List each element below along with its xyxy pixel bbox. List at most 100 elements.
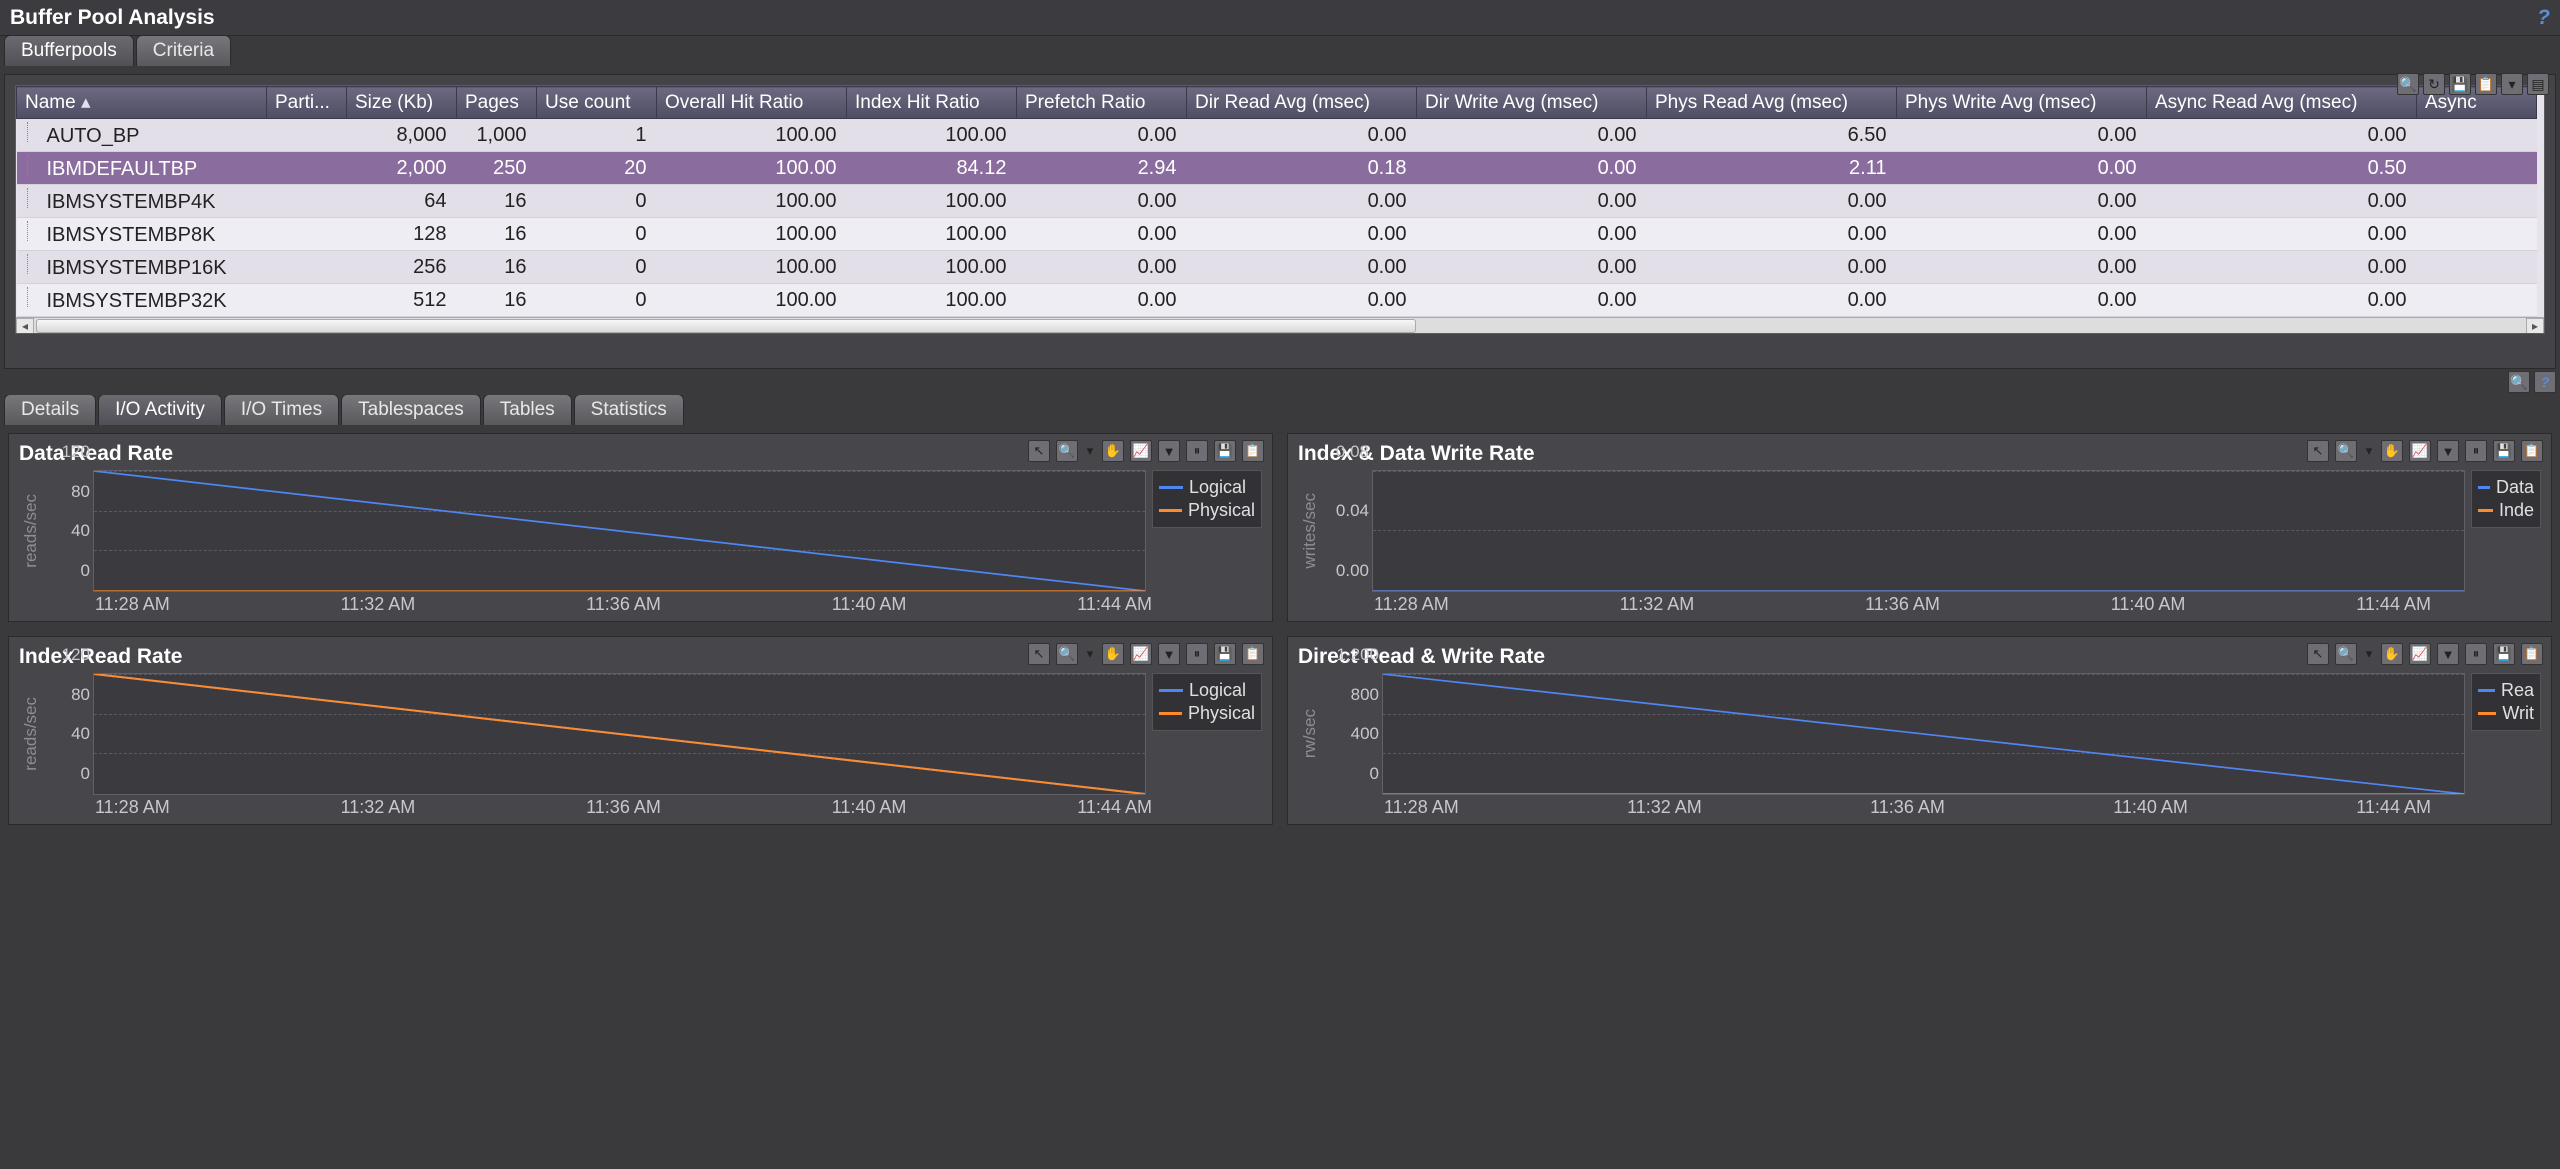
- table-row[interactable]: IBMSYSTEMBP16K256160100.00100.000.000.00…: [17, 251, 2537, 284]
- zoom-icon[interactable]: 🔍: [2335, 643, 2357, 665]
- table-row[interactable]: IBMSYSTEMBP8K128160100.00100.000.000.000…: [17, 218, 2537, 251]
- menu-icon[interactable]: ▾: [2501, 73, 2523, 95]
- dropdown-icon[interactable]: ▾: [2363, 440, 2375, 462]
- filter-icon[interactable]: ▼: [2437, 643, 2459, 665]
- col-dirwrite[interactable]: Dir Write Avg (msec): [1417, 87, 1647, 119]
- scroll-right-icon[interactable]: ▸: [2526, 318, 2544, 334]
- chartconfig-icon[interactable]: 📈: [2409, 643, 2431, 665]
- tab-statistics[interactable]: Statistics: [574, 394, 684, 425]
- chart-plot-area[interactable]: 0 400 800 1,200: [1382, 673, 2465, 795]
- copy-icon[interactable]: 📋: [2475, 73, 2497, 95]
- col-parti[interactable]: Parti...: [267, 87, 347, 119]
- table-cell: 0.00: [1017, 251, 1187, 284]
- x-tick: 11:32 AM: [1620, 594, 1695, 615]
- legend-item[interactable]: Logical: [1159, 680, 1255, 701]
- dropdown-icon[interactable]: ▾: [1084, 440, 1096, 462]
- refresh-icon[interactable]: ↻: [2423, 73, 2445, 95]
- table-cell: [267, 119, 347, 152]
- zoom-icon[interactable]: 🔍: [1056, 440, 1078, 462]
- pause-icon[interactable]: ⏸: [2465, 440, 2487, 462]
- scroll-thumb[interactable]: [36, 319, 1416, 333]
- lower-tab-strip: Details I/O Activity I/O Times Tablespac…: [0, 395, 2560, 425]
- copy-icon[interactable]: 📋: [2521, 643, 2543, 665]
- tab-tables[interactable]: Tables: [483, 394, 572, 425]
- col-prefetch[interactable]: Prefetch Ratio: [1017, 87, 1187, 119]
- table-cell: 2,000: [347, 152, 457, 185]
- zoom-icon[interactable]: 🔍: [2508, 371, 2530, 393]
- pause-icon[interactable]: ⏸: [2465, 643, 2487, 665]
- tab-io-activity[interactable]: I/O Activity: [98, 394, 222, 425]
- legend-item[interactable]: Rea: [2478, 680, 2534, 701]
- bufferpool-grid[interactable]: Name Parti... Size (Kb) Pages Use count …: [15, 85, 2545, 334]
- save-icon[interactable]: 💾: [2449, 73, 2471, 95]
- legend-item[interactable]: Logical: [1159, 477, 1255, 498]
- copy-icon[interactable]: 📋: [1242, 643, 1264, 665]
- pointer-icon[interactable]: ↖: [2307, 440, 2329, 462]
- copy-icon[interactable]: 📋: [1242, 440, 1264, 462]
- pointer-icon[interactable]: ↖: [1028, 643, 1050, 665]
- table-cell: 0.00: [1897, 152, 2147, 185]
- col-physwrite[interactable]: Phys Write Avg (msec): [1897, 87, 2147, 119]
- zoom-icon[interactable]: 🔍: [2335, 440, 2357, 462]
- tab-tablespaces[interactable]: Tablespaces: [341, 394, 481, 425]
- grid-horizontal-scrollbar[interactable]: ◂ ▸: [16, 317, 2544, 333]
- copy-icon[interactable]: 📋: [2521, 440, 2543, 462]
- legend-item[interactable]: Writ: [2478, 703, 2534, 724]
- pan-icon[interactable]: ✋: [2381, 643, 2403, 665]
- filter-icon[interactable]: ▼: [1158, 440, 1180, 462]
- pointer-icon[interactable]: ↖: [2307, 643, 2329, 665]
- help-icon[interactable]: ?: [2534, 371, 2556, 393]
- save-icon[interactable]: 💾: [1214, 643, 1236, 665]
- col-physread[interactable]: Phys Read Avg (msec): [1647, 87, 1897, 119]
- chartconfig-icon[interactable]: 📈: [1130, 440, 1152, 462]
- columns-icon[interactable]: ▤: [2527, 73, 2549, 95]
- table-row[interactable]: IBMSYSTEMBP4K64160100.00100.000.000.000.…: [17, 185, 2537, 218]
- save-icon[interactable]: 💾: [2493, 440, 2515, 462]
- scroll-left-icon[interactable]: ◂: [16, 318, 34, 334]
- chart-plot-area[interactable]: 0 40 80 120: [93, 673, 1146, 795]
- pointer-icon[interactable]: ↖: [1028, 440, 1050, 462]
- pause-icon[interactable]: ⏸: [1186, 643, 1208, 665]
- find-icon[interactable]: 🔍: [2397, 73, 2419, 95]
- filter-icon[interactable]: ▼: [2437, 440, 2459, 462]
- chart-plot-area[interactable]: 0.00 0.04 0.08: [1372, 470, 2465, 592]
- chartconfig-icon[interactable]: 📈: [2409, 440, 2431, 462]
- col-size[interactable]: Size (Kb): [347, 87, 457, 119]
- dropdown-icon[interactable]: ▾: [1084, 643, 1096, 665]
- tab-bufferpools[interactable]: Bufferpools: [4, 35, 134, 66]
- legend-item[interactable]: Inde: [2478, 500, 2534, 521]
- col-ihr[interactable]: Index Hit Ratio: [847, 87, 1017, 119]
- chart-plot-area[interactable]: 0 40 80 120: [93, 470, 1146, 592]
- help-icon[interactable]: ?: [2537, 6, 2550, 30]
- tab-details[interactable]: Details: [4, 394, 96, 425]
- col-dirread[interactable]: Dir Read Avg (msec): [1187, 87, 1417, 119]
- legend-item[interactable]: Physical: [1159, 703, 1255, 724]
- grid-header-row[interactable]: Name Parti... Size (Kb) Pages Use count …: [17, 87, 2537, 119]
- pause-icon[interactable]: ⏸: [1186, 440, 1208, 462]
- legend-label: Physical: [1188, 500, 1255, 521]
- table-row[interactable]: IBMDEFAULTBP2,00025020100.0084.122.940.1…: [17, 152, 2537, 185]
- pan-icon[interactable]: ✋: [2381, 440, 2403, 462]
- save-icon[interactable]: 💾: [1214, 440, 1236, 462]
- filter-icon[interactable]: ▼: [1158, 643, 1180, 665]
- col-asyncread[interactable]: Async Read Avg (msec): [2147, 87, 2417, 119]
- zoom-icon[interactable]: 🔍: [1056, 643, 1078, 665]
- table-row[interactable]: IBMSYSTEMBP32K512160100.00100.000.000.00…: [17, 284, 2537, 317]
- legend-item[interactable]: Physical: [1159, 500, 1255, 521]
- pan-icon[interactable]: ✋: [1102, 643, 1124, 665]
- col-pages[interactable]: Pages: [457, 87, 537, 119]
- table-cell: 0.00: [1417, 218, 1647, 251]
- legend-item[interactable]: Data: [2478, 477, 2534, 498]
- tab-io-times[interactable]: I/O Times: [224, 394, 339, 425]
- table-cell: 0.00: [1187, 185, 1417, 218]
- tab-criteria[interactable]: Criteria: [136, 35, 231, 66]
- table-row[interactable]: AUTO_BP8,0001,0001100.00100.000.000.000.…: [17, 119, 2537, 152]
- col-ohr[interactable]: Overall Hit Ratio: [657, 87, 847, 119]
- chartconfig-icon[interactable]: 📈: [1130, 643, 1152, 665]
- pan-icon[interactable]: ✋: [1102, 440, 1124, 462]
- col-usecount[interactable]: Use count: [537, 87, 657, 119]
- col-name[interactable]: Name: [17, 87, 267, 119]
- dropdown-icon[interactable]: ▾: [2363, 643, 2375, 665]
- save-icon[interactable]: 💾: [2493, 643, 2515, 665]
- panel-divider[interactable]: 🔍 ?: [0, 369, 2560, 395]
